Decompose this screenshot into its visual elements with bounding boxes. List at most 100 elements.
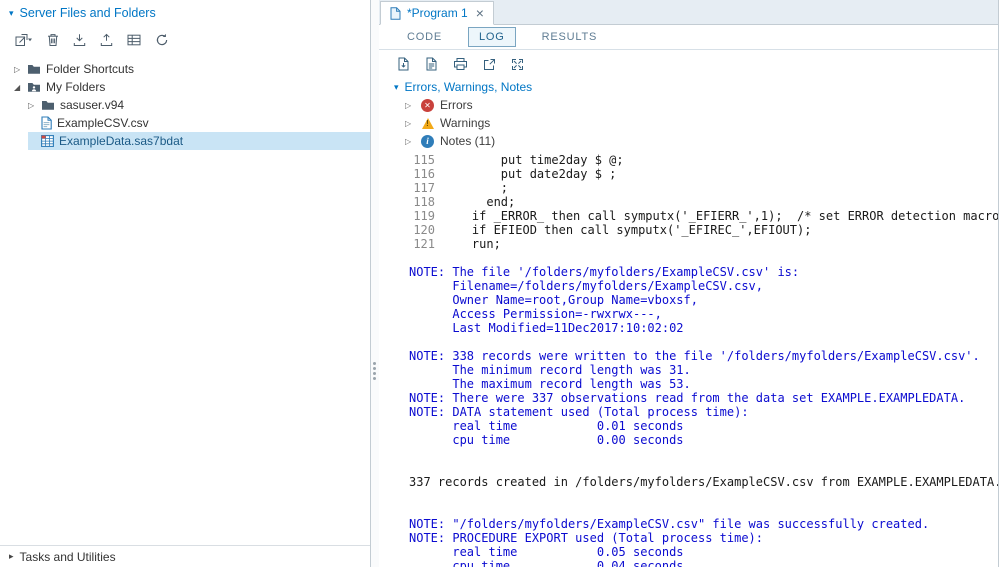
log-text: NOTE: PROCEDURE EXPORT used (Total proce…	[409, 531, 763, 545]
tree-item-my-folders[interactable]: ◢ My Folders	[14, 78, 370, 96]
log-line: 337 records created in /folders/myfolder…	[409, 475, 998, 489]
table-view-button[interactable]	[127, 34, 141, 46]
download-log-icon	[397, 57, 410, 71]
log-text: 337 records created in /folders/myfolder…	[409, 475, 998, 489]
tree-item-examplecsv-csv[interactable]: ExampleCSV.csv	[28, 114, 370, 132]
log-output[interactable]: 115 put time2day $ @;116 put date2day $ …	[379, 150, 998, 567]
filter-label: Errors	[440, 98, 473, 112]
messages-header[interactable]: ▾ Errors, Warnings, Notes	[379, 78, 998, 96]
expand-arrow-icon[interactable]: ▷	[405, 101, 415, 110]
log-line: NOTE: There were 337 observations read f…	[409, 391, 998, 405]
tab-code[interactable]: CODE	[405, 28, 444, 46]
maximize-log-icon	[511, 58, 524, 71]
log-line: Access Permission=-rwxrwx---,	[409, 307, 998, 321]
line-number: 118	[409, 195, 435, 209]
log-line: NOTE: The file '/folders/myfolders/Examp…	[409, 265, 998, 279]
view-log-icon	[425, 57, 438, 71]
log-text: NOTE: The file '/folders/myfolders/Examp…	[409, 265, 799, 279]
line-number: 119	[409, 209, 435, 223]
log-text: NOTE: There were 337 observations read f…	[409, 391, 965, 405]
tree-item-label: sasuser.v94	[60, 98, 124, 112]
folder-icon	[27, 63, 41, 75]
folder-tree: ▷ Folder Shortcuts ◢ My Folders ▷ sasuser.v94…	[0, 53, 370, 545]
tab-log[interactable]: LOG	[468, 27, 516, 47]
log-text: ;	[443, 181, 508, 195]
print-log-icon	[453, 57, 468, 71]
view-tabs: CODE LOG RESULTS	[379, 25, 998, 50]
log-line: 120 if EFIEOD then call symputx('_EFIREC…	[409, 223, 998, 237]
tab-results[interactable]: RESULTS	[540, 28, 600, 46]
log-line: 115 put time2day $ @;	[409, 153, 998, 167]
refresh-icon	[155, 33, 169, 47]
log-text: if EFIEOD then call symputx('_EFIREC_',E…	[443, 223, 811, 237]
tree-item-label: ExampleCSV.csv	[57, 116, 149, 130]
log-line: real time 0.01 seconds	[409, 419, 998, 433]
log-line: Last Modified=11Dec2017:10:02:02	[409, 321, 998, 335]
filter-notes[interactable]: ▷iNotes (11)	[379, 132, 998, 150]
log-blank-line	[409, 335, 998, 349]
tree-item-exampledata-sas7bdat[interactable]: ExampleData.sas7bdat	[28, 132, 370, 150]
log-text: run;	[443, 237, 501, 251]
close-tab-icon[interactable]: ×	[476, 6, 484, 20]
error-icon: ✕	[421, 99, 434, 112]
open-new-window-button[interactable]	[483, 58, 496, 71]
log-text: cpu time 0.00 seconds	[409, 433, 684, 447]
tree-item-label: My Folders	[46, 80, 105, 94]
log-line: NOTE: 338 records were written to the fi…	[409, 349, 998, 363]
log-line: 121 run;	[409, 237, 998, 251]
log-text: Owner Name=root,Group Name=vboxsf,	[409, 293, 698, 307]
log-line: NOTE: PROCEDURE EXPORT used (Total proce…	[409, 531, 998, 545]
panel-splitter[interactable]	[371, 0, 379, 567]
log-line: 117 ;	[409, 181, 998, 195]
log-blank-line	[409, 489, 998, 503]
log-text: cpu time 0.04 seconds	[409, 559, 684, 567]
open-new-window-icon	[483, 58, 496, 71]
log-line: NOTE: DATA statement used (Total process…	[409, 405, 998, 419]
maximize-log-button[interactable]	[511, 58, 524, 71]
collapse-arrow-icon[interactable]: ◢	[14, 83, 27, 92]
server-files-header[interactable]: ▾ Server Files and Folders	[0, 0, 370, 26]
tree-item-sasuser-v94[interactable]: ▷ sasuser.v94	[28, 96, 370, 114]
expand-section-icon: ▸	[9, 552, 14, 561]
my-folders-icon	[27, 81, 41, 93]
download-log-button[interactable]	[397, 57, 410, 71]
log-blank-line	[409, 251, 998, 265]
view-log-button[interactable]	[425, 57, 438, 71]
log-text: if _ERROR_ then call symputx('_EFIERR_',…	[443, 209, 998, 223]
expand-arrow-icon[interactable]: ▷	[405, 119, 415, 128]
new-button[interactable]	[15, 33, 33, 47]
filter-errors[interactable]: ▷ ✕ Errors	[379, 96, 998, 114]
download-button[interactable]	[73, 33, 86, 47]
delete-button[interactable]	[47, 33, 59, 47]
print-log-button[interactable]	[453, 57, 468, 71]
tree-item-folder-shortcuts[interactable]: ▷ Folder Shortcuts	[14, 60, 370, 78]
log-line: 116 put date2day $ ;	[409, 167, 998, 181]
collapse-section-icon: ▾	[9, 9, 14, 18]
expand-arrow-icon[interactable]: ▷	[28, 101, 41, 110]
upload-icon	[100, 33, 113, 47]
tree-item-label: Folder Shortcuts	[46, 62, 134, 76]
log-text: Filename=/folders/myfolders/ExampleCSV.c…	[409, 279, 763, 293]
download-icon	[73, 33, 86, 47]
log-text: real time 0.01 seconds	[409, 419, 684, 433]
log-blank-line	[409, 461, 998, 475]
log-text: put date2day $ ;	[443, 167, 616, 181]
table-view-icon	[127, 34, 141, 46]
expand-arrow-icon[interactable]: ▷	[405, 137, 415, 146]
log-text: Access Permission=-rwxrwx---,	[409, 307, 662, 321]
message-filters: ▷ ✕ Errors ▷!Warnings▷iNotes (11)	[379, 96, 998, 150]
line-number: 117	[409, 181, 435, 195]
data-table-icon	[41, 135, 54, 147]
tasks-utilities-section[interactable]: ▸ Tasks and Utilities	[0, 545, 370, 567]
tree-item-label: ExampleData.sas7bdat	[59, 134, 183, 148]
filter-warnings[interactable]: ▷!Warnings	[379, 114, 998, 132]
log-text: Last Modified=11Dec2017:10:02:02	[409, 321, 684, 335]
files-toolbar	[0, 26, 370, 53]
filter-label: Notes (11)	[440, 134, 495, 148]
log-text: NOTE: DATA statement used (Total process…	[409, 405, 749, 419]
expand-arrow-icon[interactable]: ▷	[14, 65, 27, 74]
upload-button[interactable]	[100, 33, 113, 47]
log-line: NOTE: "/folders/myfolders/ExampleCSV.csv…	[409, 517, 998, 531]
refresh-button[interactable]	[155, 33, 169, 47]
tab-program-1[interactable]: *Program 1 ×	[380, 1, 494, 25]
